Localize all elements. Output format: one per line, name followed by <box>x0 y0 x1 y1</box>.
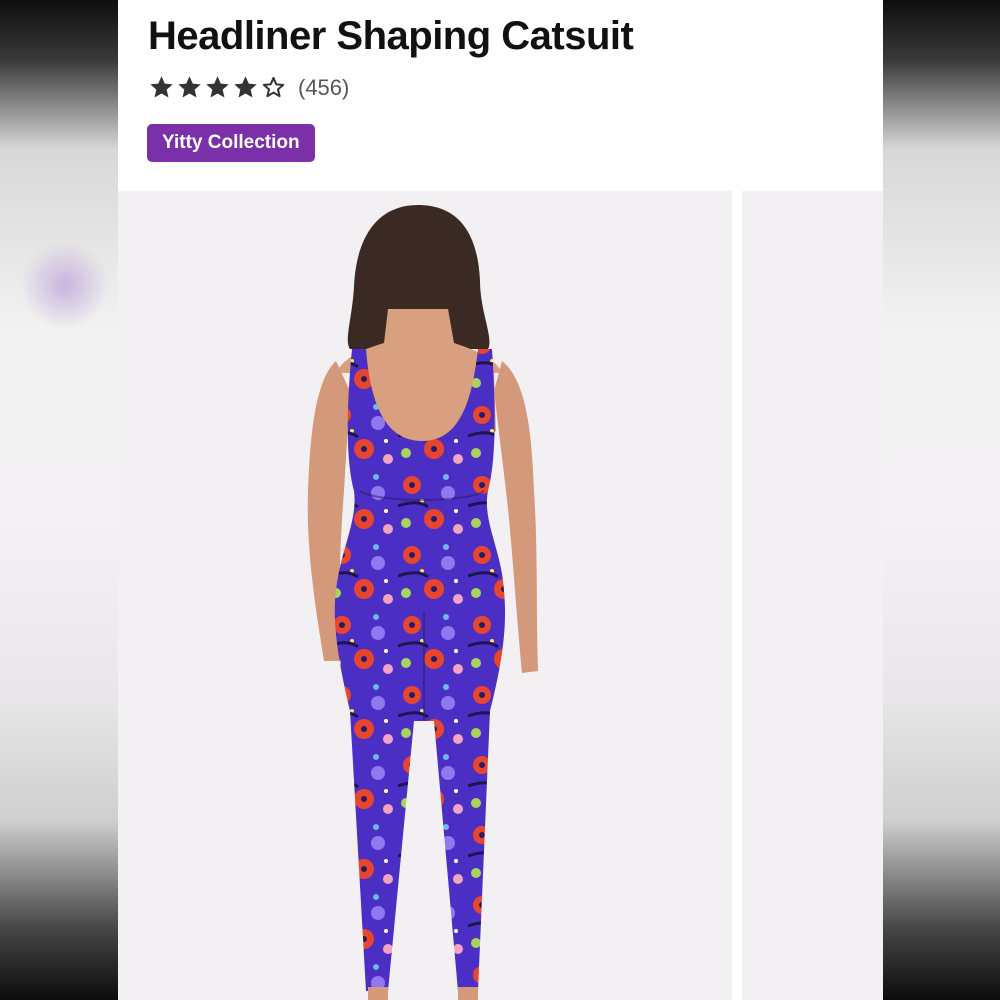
review-count[interactable]: (456) <box>298 75 349 101</box>
blurred-background-left <box>0 0 118 1000</box>
product-rating[interactable]: (456) <box>148 74 349 101</box>
collection-badge[interactable]: Yitty Collection <box>147 124 315 162</box>
blurred-background-right <box>883 0 1000 1000</box>
star-outline-icon <box>262 76 285 98</box>
model-back-view-photo[interactable] <box>118 191 732 1000</box>
next-photo-preview[interactable] <box>742 191 883 1000</box>
star-filled-icon <box>178 76 201 98</box>
star-filled-icon <box>206 76 229 98</box>
star-filled-icon <box>234 76 257 98</box>
product-image-gallery[interactable] <box>118 191 883 1000</box>
catsuit-model-illustration <box>307 205 538 1000</box>
product-card: Headliner Shaping Catsuit (456) Yitty Co… <box>118 0 883 1000</box>
star-filled-icon <box>150 76 173 98</box>
product-title: Headliner Shaping Catsuit <box>148 14 634 58</box>
